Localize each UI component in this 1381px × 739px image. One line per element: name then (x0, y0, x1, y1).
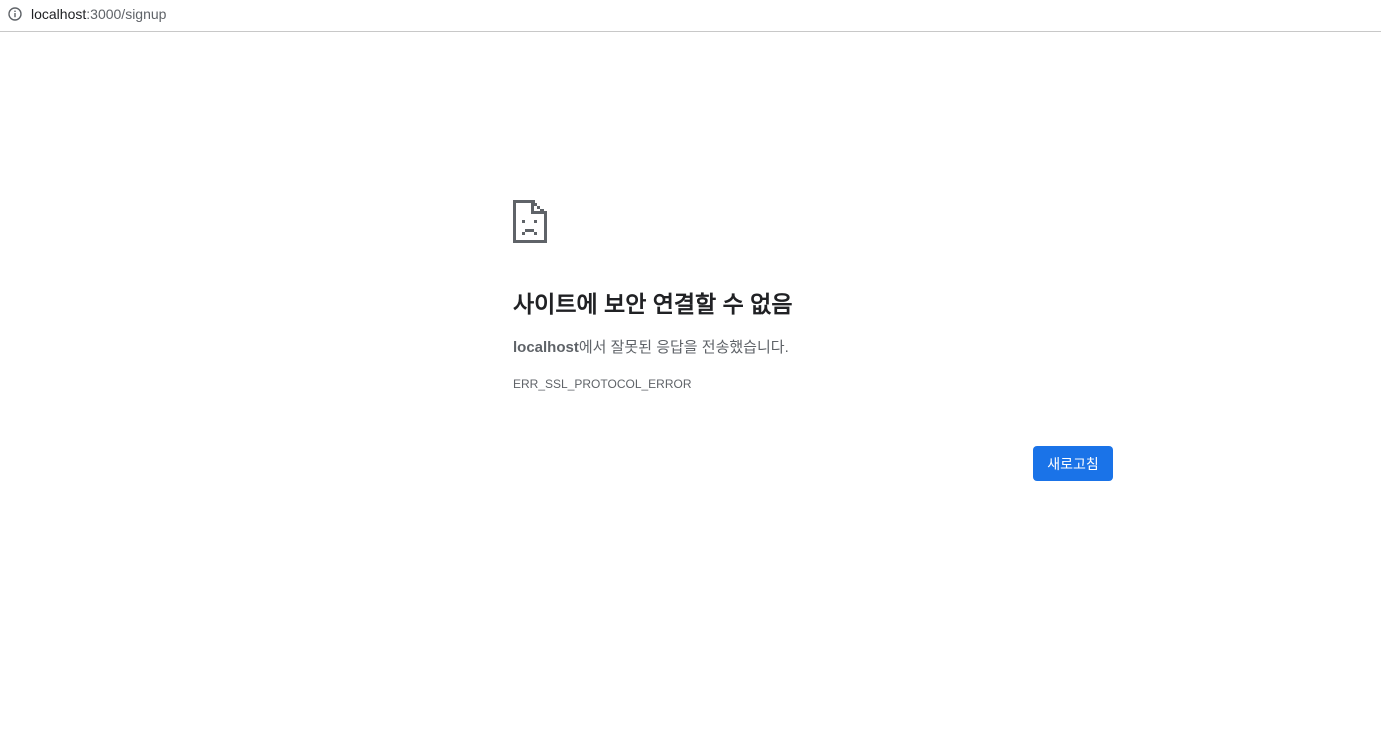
error-code: ERR_SSL_PROTOCOL_ERROR (513, 377, 692, 391)
sad-page-icon (513, 200, 547, 243)
info-icon[interactable] (8, 7, 22, 21)
error-summary: localhost에서 잘못된 응답을 전송했습니다. (513, 338, 789, 358)
summary-host: localhost (513, 339, 579, 356)
error-heading: 사이트에 보안 연결할 수 없음 (513, 291, 793, 317)
summary-text: 에서 잘못된 응답을 전송했습니다. (578, 339, 789, 356)
url-path: :3000/signup (86, 6, 167, 22)
url-host: localhost (31, 6, 87, 22)
address-bar[interactable]: localhost:3000/signup (0, 0, 1381, 32)
reload-button[interactable]: 새로고침 (1033, 446, 1113, 481)
url-text[interactable]: localhost:3000/signup (31, 6, 166, 22)
